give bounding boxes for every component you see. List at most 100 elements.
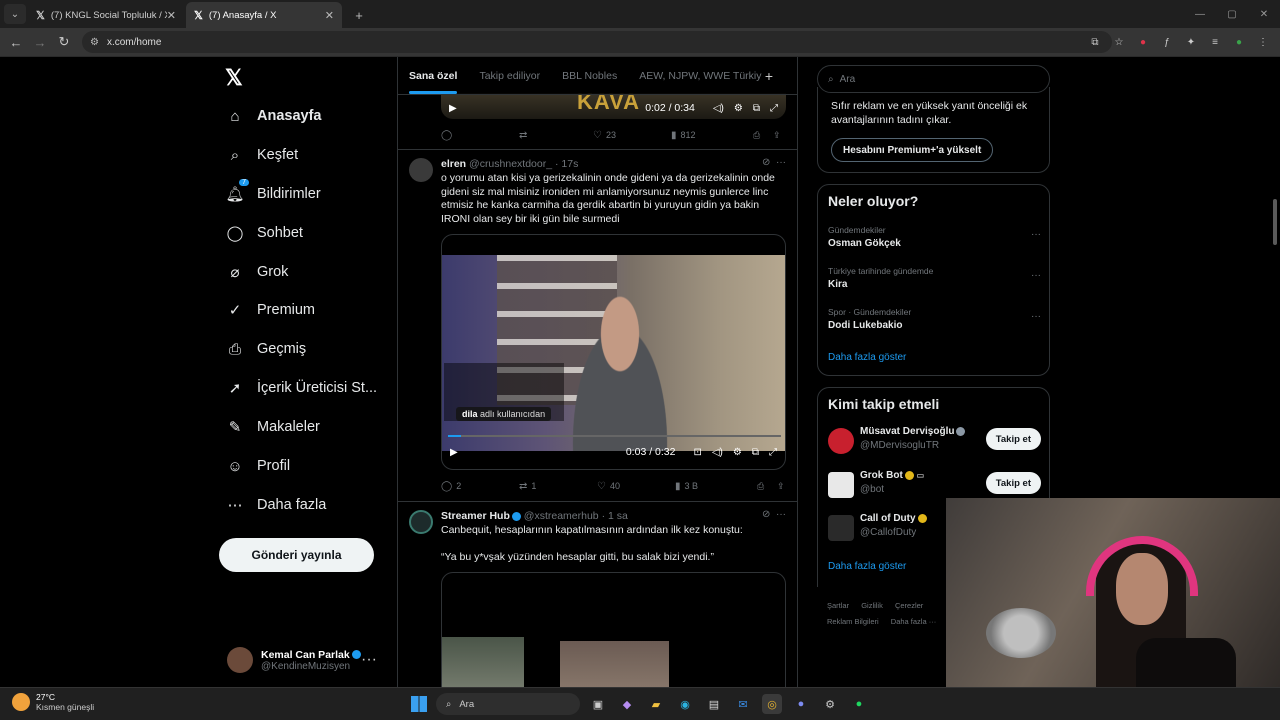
tab-following[interactable]: Takip ediliyor: [479, 70, 540, 82]
spotify-icon[interactable]: ●: [849, 694, 869, 714]
upgrade-premium-button[interactable]: Hesabını Premium+'a yükselt: [831, 138, 994, 162]
cast-icon[interactable]: ⧉: [1086, 33, 1104, 51]
video-player[interactable]: dila adlı kullanıcıdan ▶ 0:03 / 0:32 ⊡ ◁…: [441, 234, 786, 470]
close-icon[interactable]: ✕: [325, 9, 334, 22]
footer-link[interactable]: Daha fazla ···: [891, 617, 936, 626]
video-progress[interactable]: [448, 435, 781, 437]
grok-icon[interactable]: ⊘: [762, 509, 770, 520]
views-button[interactable]: ▮ 3 B: [675, 481, 757, 492]
tab-list[interactable]: BBL Nobles: [562, 70, 617, 82]
grok-icon[interactable]: ⊘: [762, 157, 770, 168]
views-button[interactable]: ▮ 812: [671, 130, 753, 141]
new-tab-icon[interactable]: +: [350, 6, 368, 24]
tweet-media[interactable]: [441, 572, 786, 687]
fullscreen-icon[interactable]: ⤢: [770, 103, 778, 114]
more-icon[interactable]: ···: [1031, 270, 1041, 281]
discord-icon[interactable]: ●: [791, 694, 811, 714]
site-info-icon[interactable]: ⚙: [90, 37, 99, 48]
settings-icon[interactable]: ⚙: [733, 447, 742, 458]
retweet-button[interactable]: ⇄ 1: [519, 481, 597, 492]
author-handle[interactable]: @xstreamerhub: [524, 510, 599, 522]
nav-creator-studio[interactable]: ➚ İçerik Üreticisi St...: [225, 375, 377, 401]
add-tab-icon[interactable]: +: [765, 68, 773, 84]
account-switcher[interactable]: Kemal Can Parlak @KendineMuzisyen ···: [227, 643, 387, 677]
nav-more[interactable]: ⋯ Daha fazla: [225, 492, 327, 518]
nav-articles[interactable]: ✎ Makaleler: [225, 414, 320, 440]
copilot-icon[interactable]: ◆: [617, 694, 637, 714]
avatar[interactable]: [409, 510, 433, 534]
media-icon[interactable]: ≡: [1206, 33, 1224, 51]
star-icon[interactable]: ☆: [1110, 33, 1128, 51]
show-more-link[interactable]: Daha fazla göster: [828, 561, 906, 572]
task-view-icon[interactable]: ▣: [588, 694, 608, 714]
captions-icon[interactable]: ⊡: [693, 447, 701, 458]
avatar[interactable]: [409, 158, 433, 182]
close-window-icon[interactable]: ✕: [1248, 0, 1280, 28]
author-name[interactable]: elren: [441, 158, 466, 170]
forward-icon[interactable]: →: [28, 35, 52, 50]
browser-tab[interactable]: 𝕏 (7) KNGL Social Topluluk / X ✕: [28, 2, 184, 28]
reply-button[interactable]: ◯: [441, 130, 519, 141]
nav-chat[interactable]: ◯ Sohbet: [225, 220, 303, 246]
maximize-icon[interactable]: ▢: [1216, 0, 1248, 28]
like-button[interactable]: ♡ 23: [593, 130, 671, 141]
back-icon[interactable]: ←: [4, 35, 28, 50]
author-name[interactable]: Streamer Hub: [441, 510, 510, 522]
search-input[interactable]: ⌕ Ara: [817, 65, 1050, 93]
nav-home[interactable]: ⌂ Anasayfa: [225, 103, 321, 129]
profile-avatar-icon[interactable]: ●: [1230, 33, 1248, 51]
url-input[interactable]: ⚙ x.com/home: [82, 31, 1112, 53]
author-handle[interactable]: @crushnextdoor_: [469, 158, 552, 170]
footer-link[interactable]: Gizlilik: [861, 601, 883, 610]
nav-explore[interactable]: ⌕ Keşfet: [225, 142, 298, 168]
follow-suggestion[interactable]: Grok Bot ▭ @bot Takip et: [828, 470, 1041, 500]
more-icon[interactable]: ···: [1031, 311, 1041, 322]
more-icon[interactable]: ···: [361, 651, 377, 669]
weather-widget[interactable]: 27°C Kısmen güneşli: [12, 692, 94, 712]
reply-button[interactable]: ◯ 2: [441, 481, 519, 492]
volume-icon[interactable]: ◁): [713, 103, 724, 114]
trend-item[interactable]: Gündemdekiler Osman Gökçek ···: [828, 225, 1041, 249]
video-player[interactable]: KAVA ▶ 0:02 / 0:34 ◁) ⚙ ⧉ ⤢: [441, 93, 786, 119]
tweet[interactable]: Streamer Hub @xstreamerhub · 1 sa ⊘ ··· …: [398, 501, 797, 687]
share-icon[interactable]: ⇪: [777, 481, 785, 492]
more-icon[interactable]: ···: [1031, 229, 1041, 240]
follow-suggestion[interactable]: Müsavat Dervişoğlu @MDervisogluTR Takip …: [828, 426, 1041, 456]
app-icon[interactable]: ⚙: [820, 694, 840, 714]
follow-button[interactable]: Takip et: [985, 428, 1041, 450]
more-icon[interactable]: ···: [776, 509, 786, 520]
footer-link[interactable]: Şartlar: [827, 601, 849, 610]
tweet[interactable]: elren @crushnextdoor_ · 17s ⊘ ··· o yoru…: [398, 149, 797, 501]
chrome-icon[interactable]: ◎: [762, 694, 782, 714]
minimize-icon[interactable]: —: [1184, 0, 1216, 28]
trend-item[interactable]: Türkiye tarihinde gündemde Kira ···: [828, 266, 1041, 290]
follow-button[interactable]: Takip et: [985, 472, 1041, 494]
store-icon[interactable]: ▤: [704, 694, 724, 714]
extension-icon[interactable]: ●: [1134, 33, 1152, 51]
footer-link[interactable]: Reklam Bilgileri: [827, 617, 879, 626]
start-icon[interactable]: [411, 696, 427, 712]
post-button[interactable]: Gönderi yayınla: [219, 538, 374, 572]
fullscreen-icon[interactable]: ⤢: [769, 447, 777, 458]
menu-icon[interactable]: ⋮: [1254, 33, 1272, 51]
reload-icon[interactable]: ↻: [52, 34, 76, 50]
nav-grok[interactable]: ⌀ Grok: [225, 259, 288, 285]
nav-profile[interactable]: ☺ Profil: [225, 453, 290, 479]
share-icon[interactable]: ⇪: [773, 130, 781, 141]
file-explorer-icon[interactable]: ▰: [646, 694, 666, 714]
edge-icon[interactable]: ◉: [675, 694, 695, 714]
puzzle-icon[interactable]: ✦: [1182, 33, 1200, 51]
play-icon[interactable]: ▶: [450, 447, 458, 458]
more-icon[interactable]: ···: [776, 157, 786, 168]
popout-icon[interactable]: ⧉: [753, 103, 760, 114]
settings-icon[interactable]: ⚙: [734, 103, 743, 114]
tweet-time[interactable]: 1 sa: [608, 510, 628, 522]
tab-search-icon[interactable]: ⌄: [4, 4, 26, 24]
footer-link[interactable]: Çerezler: [895, 601, 923, 610]
like-button[interactable]: ♡ 40: [597, 481, 675, 492]
scrollbar-thumb[interactable]: [1273, 199, 1277, 245]
retweet-button[interactable]: ⇄: [519, 130, 593, 141]
show-more-link[interactable]: Daha fazla göster: [828, 352, 906, 363]
mail-icon[interactable]: ✉: [733, 694, 753, 714]
nav-notifications[interactable]: 🔔︎ 7 Bildirimler: [225, 179, 321, 207]
